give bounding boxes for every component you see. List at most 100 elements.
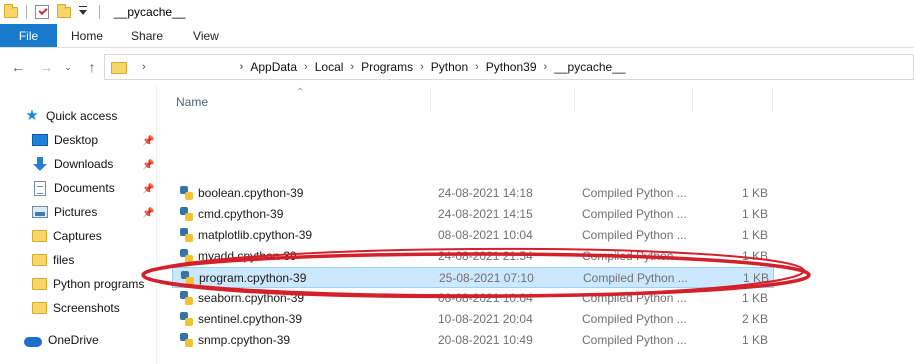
sidebar-item-python-programs[interactable]: Python programs [32, 273, 144, 295]
file-row[interactable]: seaborn.cpython-39 08-08-2021 10:04 Comp… [172, 288, 774, 309]
sidebar-item-files[interactable]: files [32, 249, 74, 271]
sidebar-item-quick-access[interactable]: ★ Quick access [24, 105, 117, 127]
file-size: 1 KB [741, 207, 768, 221]
folder-icon [32, 302, 47, 314]
file-date: 08-08-2021 10:04 [438, 228, 533, 242]
column-divider[interactable] [430, 88, 431, 112]
tab-share[interactable]: Share [117, 24, 177, 47]
sidebar-item-label: files [53, 253, 75, 267]
breadcrumb-programs[interactable]: Programs [361, 60, 413, 74]
file-size: 1 KB [741, 186, 768, 200]
forward-arrow-icon[interactable]: → [34, 55, 58, 79]
column-divider[interactable] [574, 88, 575, 112]
folder-icon [32, 254, 47, 266]
sidebar-item-label: Quick access [46, 109, 118, 123]
pictures-icon [32, 206, 48, 218]
file-type: Compiled Python ... [582, 186, 687, 200]
file-size: 1 KB [741, 291, 768, 305]
breadcrumb-python39[interactable]: Python39 [486, 60, 537, 74]
pin-icon[interactable]: 📌 [142, 136, 154, 147]
desktop-icon [32, 134, 48, 146]
divider [99, 5, 100, 19]
sidebar-item-label: Desktop [54, 133, 99, 147]
pin-icon[interactable]: 📌 [142, 184, 154, 195]
file-name: myadd.cpython-39 [198, 249, 297, 263]
recent-locations-chevron-icon[interactable]: ⌄ [56, 55, 80, 79]
folder-icon [32, 278, 47, 290]
pin-icon[interactable]: 📌 [142, 160, 154, 171]
file-name: boolean.cpython-39 [198, 186, 304, 200]
breadcrumb-appdata[interactable]: AppData [250, 60, 297, 74]
file-date: 24-08-2021 14:15 [438, 207, 533, 221]
sidebar-item-pictures[interactable]: Pictures [32, 201, 97, 223]
file-name: cmd.cpython-39 [198, 207, 284, 221]
navigation-pane: ★ Quick access Desktop Downloads Documen… [0, 100, 158, 364]
chevron-right-icon[interactable]: › [420, 61, 424, 73]
file-name: seaborn.cpython-39 [198, 291, 305, 305]
file-date: 24-08-2021 14:18 [438, 186, 533, 200]
sidebar-item-label: Python programs [53, 277, 145, 291]
chevron-right-icon[interactable]: › [142, 61, 146, 73]
sidebar-item-label: Captures [53, 229, 102, 243]
chevron-right-icon[interactable]: › [240, 61, 244, 73]
sidebar-item-captures[interactable]: Captures [32, 225, 102, 247]
python-file-icon [180, 228, 193, 242]
sidebar-item-onedrive[interactable]: OneDrive [24, 329, 99, 351]
file-row[interactable]: boolean.cpython-39 24-08-2021 14:18 Comp… [172, 183, 774, 204]
file-date: 25-08-2021 07:10 [439, 271, 534, 285]
pane-divider [156, 86, 157, 364]
sidebar-item-documents[interactable]: Documents [32, 177, 115, 199]
file-row[interactable]: matplotlib.cpython-39 08-08-2021 10:04 C… [172, 225, 774, 246]
breadcrumb-pycache[interactable]: __pycache__ [554, 60, 625, 74]
folder-icon [32, 230, 47, 242]
tab-home[interactable]: Home [57, 24, 117, 47]
python-file-icon [180, 207, 193, 221]
customize-toolbar-icon[interactable] [79, 5, 87, 15]
python-file-icon [180, 249, 193, 263]
sidebar-item-screenshots[interactable]: Screenshots [32, 297, 120, 319]
properties-icon[interactable] [35, 5, 49, 19]
file-row[interactable]: sentinel.cpython-39 10-08-2021 20:04 Com… [172, 309, 774, 330]
pin-icon[interactable]: 📌 [142, 208, 154, 219]
python-file-icon [181, 271, 194, 285]
tab-view[interactable]: View [177, 24, 233, 47]
download-icon [32, 157, 48, 171]
file-row[interactable]: snmp.cpython-39 20-08-2021 10:49 Compile… [172, 330, 774, 351]
sidebar-item-label: Documents [54, 181, 115, 195]
file-type: Compiled Python ... [582, 228, 687, 242]
new-folder-icon[interactable] [57, 3, 71, 18]
column-header-name[interactable]: Name [176, 95, 208, 109]
address-bar[interactable]: › › AppData › Local › Programs › Python … [104, 54, 914, 80]
sidebar-item-downloads[interactable]: Downloads [32, 153, 113, 175]
sidebar-item-label: Screenshots [53, 301, 120, 315]
breadcrumb-python[interactable]: Python [431, 60, 468, 74]
chevron-right-icon[interactable]: › [304, 61, 308, 73]
column-divider[interactable] [772, 88, 773, 112]
breadcrumb-local[interactable]: Local [315, 60, 344, 74]
file-name: sentinel.cpython-39 [198, 312, 303, 326]
sidebar-item-desktop[interactable]: Desktop [32, 129, 158, 151]
sidebar-item-label: Pictures [54, 205, 98, 219]
file-row-selected[interactable]: program.cpython-39 25-08-2021 07:10 Comp… [172, 267, 774, 288]
file-row[interactable]: cmd.cpython-39 24-08-2021 14:15 Compiled… [172, 204, 774, 225]
window-title: __pycache__ [114, 5, 186, 19]
title-bar: __pycache__ [0, 0, 914, 24]
column-divider[interactable] [692, 88, 693, 112]
chevron-right-icon[interactable]: › [475, 61, 479, 73]
folder-icon [4, 3, 18, 18]
python-file-icon [180, 333, 193, 347]
chevron-right-icon[interactable]: › [544, 61, 548, 73]
file-date: 08-08-2021 10:04 [438, 291, 533, 305]
python-file-icon [180, 312, 193, 326]
chevron-right-icon[interactable]: › [350, 61, 354, 73]
sort-ascending-icon: ⌃ [296, 87, 305, 98]
file-size: 1 KB [742, 271, 769, 285]
file-name: snmp.cpython-39 [198, 333, 291, 347]
file-size: 1 KB [741, 333, 768, 347]
tab-file[interactable]: File [0, 24, 57, 47]
up-arrow-icon[interactable]: ↑ [80, 55, 104, 79]
file-row[interactable]: myadd.cpython-39 24-08-2021 21:54 Compil… [172, 246, 774, 267]
sidebar-item-label: OneDrive [48, 333, 99, 347]
file-type: Compiled Python ... [582, 312, 687, 326]
back-arrow-icon[interactable]: ← [6, 55, 30, 79]
